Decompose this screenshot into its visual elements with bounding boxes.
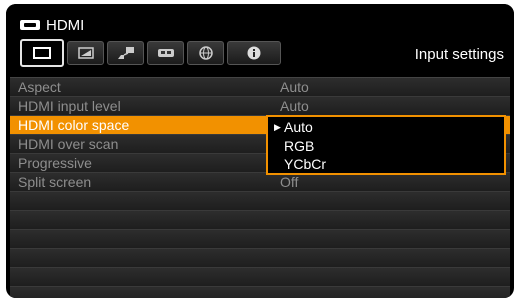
settings-list: Aspect Auto HDMI input level Auto HDMI c… xyxy=(10,77,510,298)
network-icon xyxy=(198,46,213,60)
current-selection-arrow-icon: ▶ xyxy=(274,122,281,132)
hdmi-port-icon xyxy=(20,20,40,30)
system-icon xyxy=(157,49,174,57)
information-icon xyxy=(247,46,261,60)
input-source-title: HDMI xyxy=(20,15,84,35)
installation-icon xyxy=(117,47,134,59)
empty-row xyxy=(10,192,510,211)
option-ycbcr[interactable]: YCbCr xyxy=(268,155,504,173)
empty-row xyxy=(10,230,510,249)
setting-label: Progressive xyxy=(18,155,92,171)
option-label: Auto xyxy=(284,119,313,135)
setting-label: HDMI over scan xyxy=(18,136,119,152)
option-rgb[interactable]: RGB xyxy=(268,137,504,155)
menu-tabs xyxy=(20,39,281,67)
setting-row-split-screen[interactable]: Split screen Off xyxy=(10,173,510,192)
setting-value: Off xyxy=(280,174,299,190)
projector-menu: HDMI Input settings Aspect Auto HDMI inp… xyxy=(6,4,514,298)
menu-header: HDMI Input settings xyxy=(6,4,514,77)
setting-label: Aspect xyxy=(18,79,61,95)
empty-row xyxy=(10,268,510,287)
tab-picture-adjustment[interactable] xyxy=(67,41,104,65)
setting-label: Split screen xyxy=(18,174,92,190)
color-space-options: ▶ Auto RGB YCbCr xyxy=(266,115,506,175)
empty-row xyxy=(10,287,510,298)
picture-adjust-icon xyxy=(77,47,94,59)
option-label: YCbCr xyxy=(284,156,327,172)
setting-value: Auto xyxy=(280,98,309,114)
setting-label: HDMI color space xyxy=(18,117,130,133)
tab-network-settings[interactable] xyxy=(187,41,224,65)
display-icon xyxy=(33,47,51,59)
empty-row xyxy=(10,211,510,230)
tab-installation-settings[interactable] xyxy=(107,41,144,65)
setting-value: Auto xyxy=(280,79,309,95)
tab-information[interactable] xyxy=(227,41,281,65)
setting-row-hdmi-input-level[interactable]: HDMI input level Auto xyxy=(10,97,510,116)
empty-row xyxy=(10,249,510,268)
menu-category-title: Input settings xyxy=(414,46,504,63)
tab-display-settings[interactable] xyxy=(20,39,64,67)
tab-system-settings[interactable] xyxy=(147,41,184,65)
option-label: RGB xyxy=(284,138,315,154)
input-source-label: HDMI xyxy=(46,16,85,34)
option-auto[interactable]: ▶ Auto xyxy=(268,118,504,136)
setting-row-aspect[interactable]: Aspect Auto xyxy=(10,78,510,97)
setting-label: HDMI input level xyxy=(18,98,121,114)
